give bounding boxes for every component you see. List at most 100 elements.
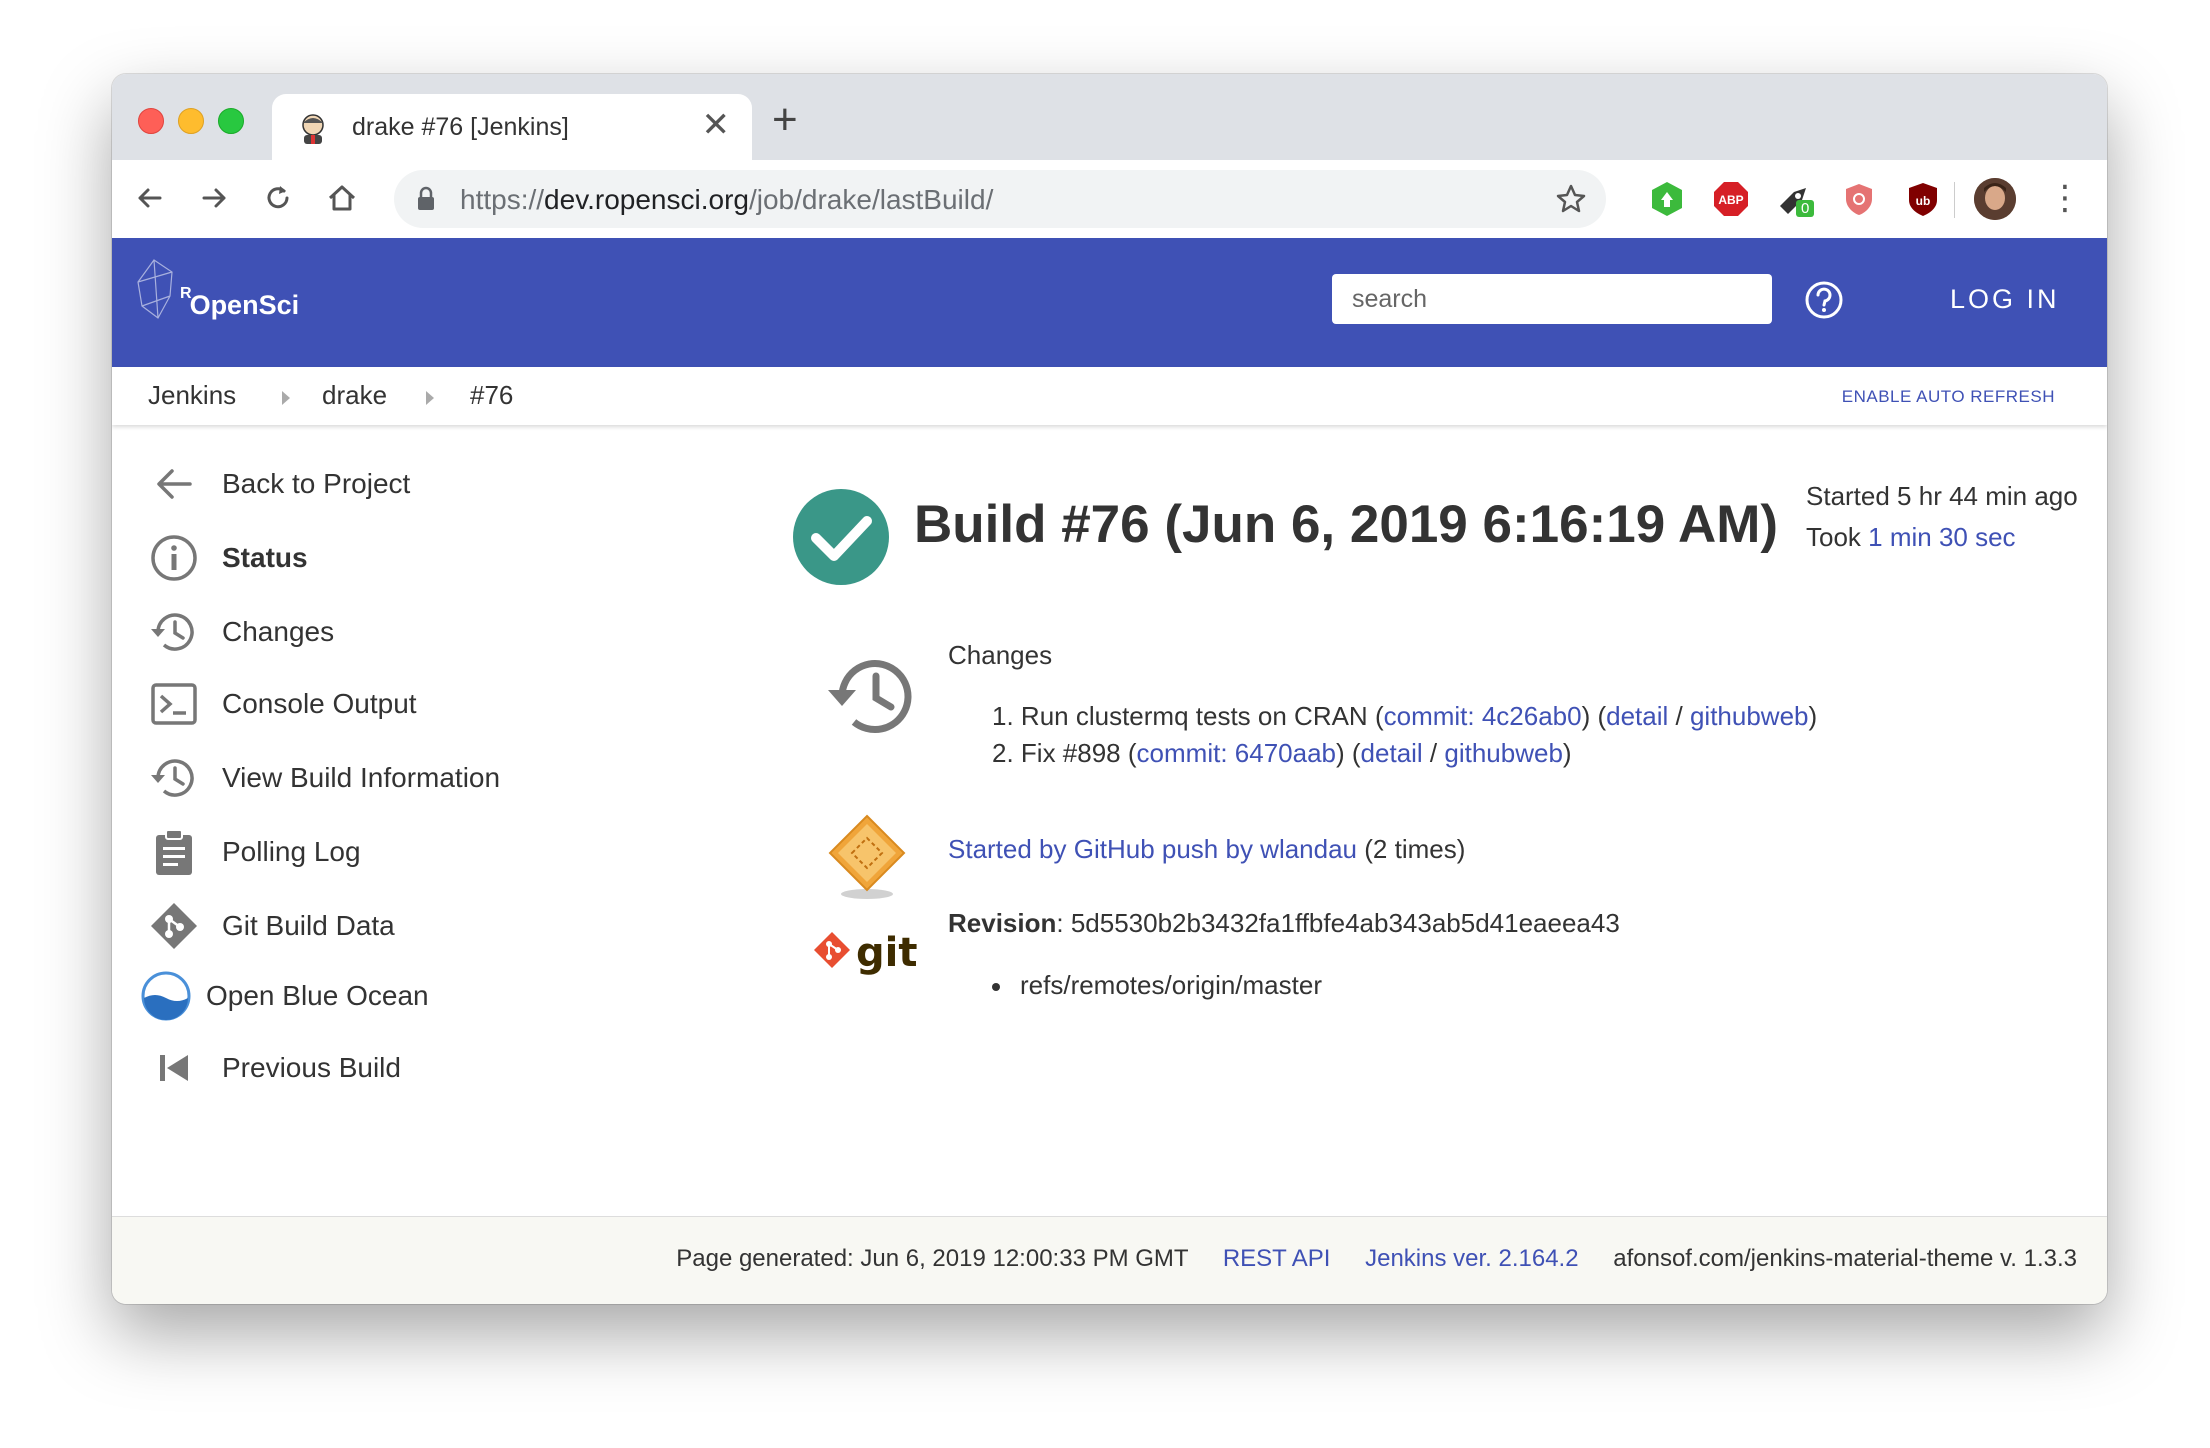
started-by-text: Started by GitHub push by wlandau (2 tim… — [948, 834, 1465, 865]
breadcrumb-jenkins[interactable]: Jenkins — [148, 380, 236, 411]
breadcrumb-chevron-icon[interactable] — [426, 391, 434, 405]
search-input[interactable] — [1332, 274, 1772, 324]
extension-green-icon[interactable] — [1648, 180, 1686, 218]
extension-badge-count: 0 — [1796, 200, 1815, 217]
sidebar-item-label: Back to Project — [222, 468, 411, 499]
tab-title: drake #76 [Jenkins] — [352, 113, 569, 141]
sidebar-item-label: Git Build Data — [222, 910, 395, 941]
took-duration-link[interactable]: 1 min 30 sec — [1868, 522, 2015, 552]
bookmark-star-icon[interactable] — [1554, 182, 1588, 216]
new-tab-button[interactable]: + — [772, 98, 798, 142]
sidebar-item-console-output[interactable]: Console Output — [148, 676, 417, 732]
sidebar-item-back-to-project[interactable]: Back to Project — [148, 456, 410, 512]
sidebar-item-view-build-information[interactable]: View Build Information — [148, 750, 500, 806]
sidebar-item-label: Changes — [222, 616, 335, 647]
browser-menu-icon[interactable]: ⋮ — [2048, 178, 2082, 218]
sidebar-item-previous-build[interactable]: Previous Build — [148, 1040, 401, 1096]
sidebar-item-changes[interactable]: Changes — [148, 604, 334, 660]
git-logo-text: git — [856, 930, 918, 976]
build-timing: Started 5 hr 44 min ago Took 1 min 30 se… — [1806, 476, 2078, 558]
theme-credit-text: afonsof.com/jenkins-material-theme v. 1.… — [1613, 1245, 2077, 1272]
revision-row: Revision: 5d5530b2b3432fa1ffbfe4ab343ab5… — [948, 908, 1620, 938]
breadcrumb-build[interactable]: #76 — [470, 380, 513, 411]
back-arrow-icon[interactable] — [132, 180, 168, 216]
sidebar-item-polling-log[interactable]: Polling Log — [148, 824, 361, 880]
help-icon[interactable] — [1804, 280, 1844, 320]
jenkins-favicon-icon — [302, 114, 324, 144]
started-by-link[interactable]: Started by GitHub push by wlandau — [948, 834, 1357, 864]
breadcrumb-chevron-icon[interactable] — [282, 391, 290, 405]
success-check-icon — [793, 489, 889, 585]
githubweb-link[interactable]: githubweb — [1444, 738, 1563, 768]
jenkins-version-link[interactable]: Jenkins ver. 2.164.2 — [1365, 1245, 1578, 1272]
sidebar-item-label: View Build Information — [222, 762, 501, 793]
detail-link[interactable]: detail — [1361, 738, 1423, 768]
toolbar-separator — [1954, 182, 1955, 218]
change-message: Fix #898 — [1020, 738, 1121, 768]
forward-arrow-icon[interactable] — [196, 180, 232, 216]
sidebar-item-git-build-data[interactable]: Git Build Data — [148, 898, 395, 954]
sidebar-item-label: Open Blue Ocean — [206, 980, 429, 1011]
rest-api-link[interactable]: REST API — [1223, 1245, 1331, 1272]
sidebar-item-open-blue-ocean[interactable]: Open Blue Ocean — [140, 968, 429, 1024]
change-list: 1. Run clustermq tests on CRAN (commit: … — [992, 698, 1817, 772]
reload-icon[interactable] — [260, 180, 296, 216]
history-icon — [148, 606, 200, 658]
change-number: 2. — [992, 738, 1014, 768]
sidebar-item-label: Previous Build — [222, 1052, 401, 1083]
svg-text:ub: ub — [1916, 194, 1931, 208]
commit-link[interactable]: commit: 4c26ab0 — [1384, 701, 1582, 731]
sidebar-item-label: Console Output — [222, 688, 417, 719]
bullet-icon — [992, 983, 1000, 992]
profile-avatar[interactable] — [1974, 178, 2016, 220]
change-message: Run clustermq tests on CRAN — [1020, 701, 1368, 731]
lock-icon — [418, 186, 434, 210]
browser-window: drake #76 [Jenkins] ✕ + https://dev.rope… — [112, 74, 2107, 1304]
minimize-window-button[interactable] — [178, 108, 204, 134]
list-item: 2. Fix #898 (commit: 6470aab) (detail / … — [992, 738, 1572, 768]
close-window-button[interactable] — [138, 108, 164, 134]
ublock-origin-icon[interactable]: ub — [1904, 180, 1942, 218]
revision-label: Revision — [948, 908, 1057, 938]
detail-link[interactable]: detail — [1606, 701, 1668, 731]
githubweb-link[interactable]: githubweb — [1690, 701, 1809, 731]
login-button[interactable]: LOG IN — [1950, 284, 2060, 315]
privacy-shield-icon[interactable] — [1840, 180, 1878, 218]
took-label: Took — [1806, 522, 1861, 552]
extension-badge-icon[interactable]: 0 — [1776, 180, 1815, 218]
logo-text: ROpenSci — [180, 285, 300, 320]
terminal-icon — [148, 678, 200, 730]
url-text: https://dev.ropensci.org/job/drake/lastB… — [460, 184, 994, 215]
clipboard-icon — [148, 826, 200, 878]
started-ago-text: Started 5 hr 44 min ago — [1806, 481, 2078, 511]
adblock-plus-icon[interactable]: ABP — [1712, 180, 1750, 218]
enable-auto-refresh-link[interactable]: ENABLE AUTO REFRESH — [1842, 387, 2055, 407]
home-icon[interactable] — [324, 180, 360, 216]
tab-strip: drake #76 [Jenkins] ✕ + — [112, 74, 2107, 160]
commit-link[interactable]: commit: 6470aab — [1137, 738, 1336, 768]
list-item: 1. Run clustermq tests on CRAN (commit: … — [992, 701, 1818, 731]
git-logo: git — [812, 928, 922, 988]
skip-previous-icon — [148, 1042, 200, 1094]
page-footer: Page generated: Jun 6, 2019 12:00:33 PM … — [112, 1216, 2107, 1304]
page-generated-text: Page generated: Jun 6, 2019 12:00:33 PM … — [676, 1245, 1189, 1272]
ropensci-logo[interactable]: ROpenSci — [134, 256, 299, 346]
sidebar-item-status[interactable]: Status — [148, 530, 308, 586]
arrow-left-icon — [148, 458, 200, 510]
build-title: Build #76 (Jun 6, 2019 6:16:19 AM) — [914, 495, 1779, 554]
avatar-icon — [1974, 178, 2016, 220]
browser-tab[interactable]: drake #76 [Jenkins] ✕ — [272, 94, 752, 160]
address-bar[interactable]: https://dev.ropensci.org/job/drake/lastB… — [394, 170, 1606, 228]
maximize-window-button[interactable] — [218, 108, 244, 134]
tab-close-icon[interactable]: ✕ — [702, 108, 731, 142]
change-number: 1. — [992, 701, 1014, 731]
blue-ocean-icon — [140, 970, 192, 1022]
breadcrumb: Jenkins drake #76 ENABLE AUTO REFRESH — [112, 367, 2107, 425]
sidebar-item-label: Polling Log — [222, 836, 361, 867]
branch-item: refs/remotes/origin/master — [992, 970, 1322, 1001]
info-icon — [148, 532, 200, 584]
browser-toolbar: https://dev.ropensci.org/job/drake/lastB… — [112, 160, 2107, 239]
started-by-count: (2 times) — [1364, 834, 1466, 864]
breadcrumb-drake[interactable]: drake — [322, 380, 387, 411]
git-icon — [148, 900, 200, 952]
